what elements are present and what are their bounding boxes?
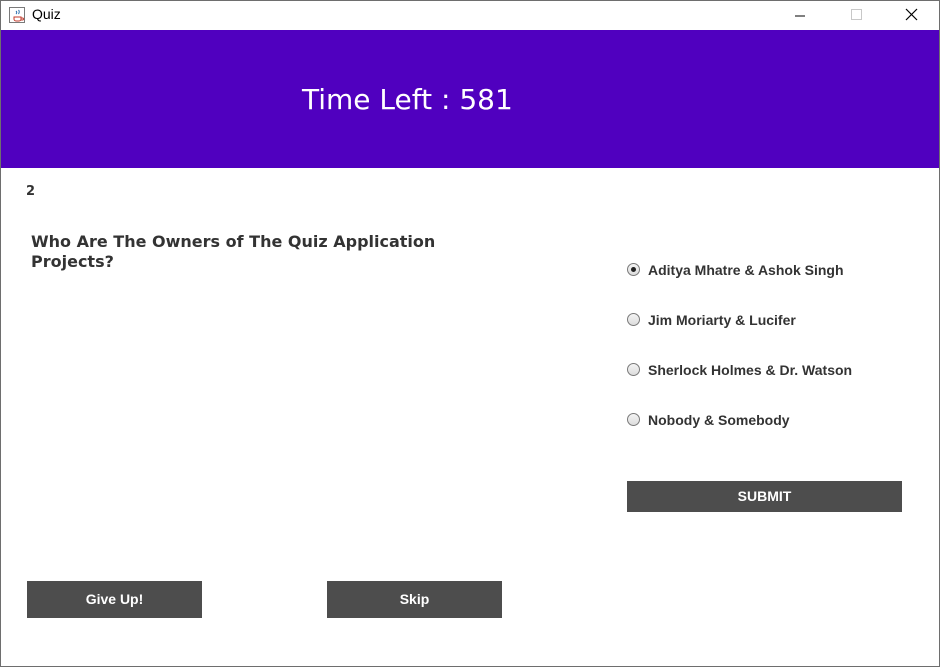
radio-icon[interactable] — [627, 313, 640, 326]
radio-icon[interactable] — [627, 413, 640, 426]
maximize-icon — [851, 9, 862, 20]
give-up-button[interactable]: Give Up! — [27, 581, 202, 618]
timer-value: 581 — [459, 83, 513, 116]
option-label: Nobody & Somebody — [648, 412, 790, 428]
title-bar[interactable]: Quiz — [1, 1, 939, 30]
option-label: Aditya Mhatre & Ashok Singh — [648, 262, 844, 278]
option-label: Sherlock Holmes & Dr. Watson — [648, 362, 853, 378]
java-cup-icon — [9, 7, 25, 23]
minimize-icon — [795, 15, 805, 17]
option-label: Jim Moriarty & Lucifer — [648, 312, 796, 328]
submit-button[interactable]: SUBMIT — [627, 481, 902, 512]
maximize-button[interactable] — [833, 1, 879, 30]
minimize-button[interactable] — [777, 1, 823, 30]
question-number: 2 — [26, 184, 36, 199]
timer-header: Time Left : 581 — [1, 30, 939, 168]
timer-display: Time Left : 581 — [302, 83, 513, 116]
window-title: Quiz — [32, 6, 61, 22]
skip-button[interactable]: Skip — [327, 581, 502, 618]
quiz-window: Quiz Time Left : 581 2 Who Are The Owner… — [0, 0, 940, 667]
close-icon — [905, 8, 918, 21]
radio-selected-icon[interactable] — [627, 263, 640, 276]
timer-label: Time Left : — [302, 83, 460, 116]
question-text: Who Are The Owners of The Quiz Applicati… — [31, 232, 436, 271]
close-button[interactable] — [889, 1, 935, 30]
radio-icon[interactable] — [627, 363, 640, 376]
